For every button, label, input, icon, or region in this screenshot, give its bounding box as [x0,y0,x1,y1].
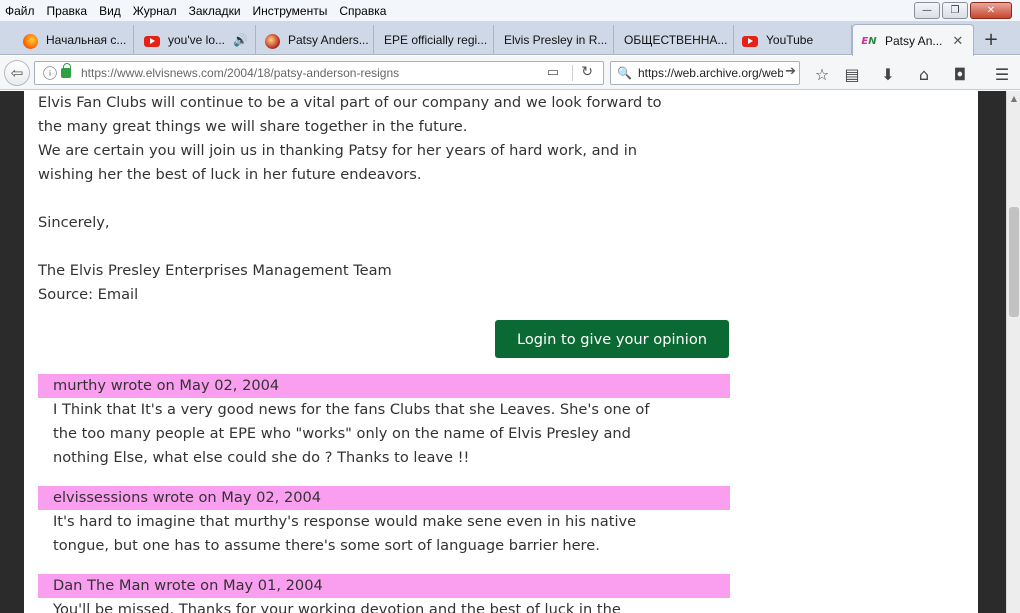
tab-label: Patsy Anders... [288,33,369,47]
login-to-opinion-button[interactable]: Login to give your opinion [495,320,729,358]
pocket-icon[interactable]: ◘ [950,64,970,84]
menu-tools[interactable]: Инструменты [248,4,335,18]
comment-header: elvissessions wrote on May 02, 2004 [38,486,730,510]
menu-view[interactable]: Вид [94,4,128,18]
comment-text: It's hard to imagine that murthy's respo… [38,510,730,558]
reload-icon[interactable]: ↻ [581,64,593,80]
article-body: Elvis Fan Clubs will continue to be a vi… [38,91,738,307]
comment-line: You'll be missed. Thanks for your workin… [53,601,621,613]
download-icon[interactable]: ⬇ [878,64,898,84]
article-line: Elvis Fan Clubs will continue to be a vi… [38,94,662,111]
menu-history[interactable]: Журнал [128,4,184,18]
article-line: the many great things we will share toge… [38,118,468,135]
reader-view-icon[interactable]: ▭ [547,65,559,80]
search-icon: 🔍 [617,66,632,80]
scroll-thumb[interactable] [1009,207,1019,317]
article-signature: The Elvis Presley Enterprises Management… [38,262,392,279]
nav-bar: ⇦ i https://www.elvisnews.com/2004/18/pa… [0,56,1020,90]
close-window-button[interactable]: ✕ [970,2,1012,19]
info-icon[interactable]: i [43,66,57,80]
lock-icon[interactable] [61,63,71,78]
tab-youve-lost[interactable]: you've lo... 🔊 [138,25,256,55]
article-closing: Sincerely, [38,214,110,231]
tab-patsy-anderson[interactable]: Patsy Anders... [258,25,374,55]
comment-line: I Think that It's a very good news for t… [53,401,650,418]
bookmarks-library-icon[interactable]: ▤ [842,64,862,84]
comment-header: Dan The Man wrote on May 01, 2004 [38,574,730,598]
search-bar[interactable]: 🔍 https://web.archive.org/web ➔ [610,61,800,85]
tab-label: Начальная с... [46,33,127,47]
tab-youtube[interactable]: YouTube [736,25,852,55]
tab-label: YouTube [766,33,814,47]
comment-line: It's hard to imagine that murthy's respo… [53,513,637,530]
tab-start-page[interactable]: Начальная с... [16,25,134,55]
comment-item: murthy wrote on May 02, 2004 I Think tha… [38,374,730,470]
elvisnews-icon: EN [861,35,877,47]
back-button[interactable]: ⇦ [4,60,30,86]
page-scrollbar[interactable]: ▲ [1006,91,1020,613]
search-go-icon[interactable]: ➔ [783,64,796,79]
tab-epe-officially[interactable]: EPE officially regi... [376,25,494,55]
search-input[interactable]: https://web.archive.org/web [638,66,784,80]
tab-obshchestvennaya[interactable]: ОБЩЕСТВЕННА... [616,25,734,55]
bookmark-star-icon[interactable]: ☆ [812,64,832,84]
menu-edit[interactable]: Правка [42,4,95,18]
menu-bar: Файл Правка Вид Журнал Закладки Инструме… [0,0,1020,21]
article-line: We are certain you will join us in thank… [38,142,638,159]
firefox-icon [22,33,38,49]
tab-label: EPE officially regi... [384,33,488,47]
menu-help[interactable]: Справка [334,4,393,18]
speaker-icon[interactable]: 🔊 [233,33,248,47]
tab-label: Patsy An... [885,33,943,48]
comment-header: murthy wrote on May 02, 2004 [38,374,730,398]
back-arrow-icon: ⇦ [10,64,24,82]
tab-patsy-active[interactable]: EN Patsy An... ✕ [852,24,974,56]
comment-line: nothing Else, what else could she do ? T… [53,449,470,466]
comment-text: I Think that It's a very good news for t… [38,398,730,470]
url-separator [572,65,573,81]
minimize-button[interactable]: — [914,2,940,19]
youtube-icon [144,33,160,49]
menu-file[interactable]: Файл [0,4,42,18]
scroll-up-icon[interactable]: ▲ [1007,91,1020,105]
tab-elvis-presley-in[interactable]: Elvis Presley in R... [496,25,614,55]
comment-line: the too many people at EPE who "works" o… [53,425,631,442]
comment-text: You'll be missed. Thanks for your workin… [38,598,730,613]
close-tab-icon[interactable]: ✕ [952,33,963,49]
comment-line: tongue, but one has to assume there's so… [53,537,600,554]
hamburger-menu-icon[interactable]: ☰ [992,64,1012,84]
url-bar[interactable]: i https://www.elvisnews.com/2004/18/pats… [34,61,604,85]
article-line: wishing her the best of luck in her futu… [38,166,422,183]
comment-item: elvissessions wrote on May 02, 2004 It's… [38,486,730,558]
new-tab-button[interactable]: + [978,27,1004,51]
tab-strip: Начальная с... you've lo... 🔊 Patsy Ande… [0,21,1020,56]
menu-bookmarks[interactable]: Закладки [184,4,248,18]
article-source: Source: Email [38,286,139,303]
maximize-button[interactable]: ❐ [942,2,968,19]
window-controls: — ❐ ✕ [914,2,1012,19]
tab-label: ОБЩЕСТВЕННА... [624,33,728,47]
home-icon[interactable]: ⌂ [914,64,934,84]
url-text[interactable]: https://www.elvisnews.com/2004/18/patsy-… [81,66,399,80]
elvis-icon [264,33,280,49]
youtube-icon [742,33,758,49]
tab-label: Elvis Presley in R... [504,33,608,47]
comment-item: Dan The Man wrote on May 01, 2004 You'll… [38,574,730,613]
tab-label: you've lo... [168,33,225,47]
